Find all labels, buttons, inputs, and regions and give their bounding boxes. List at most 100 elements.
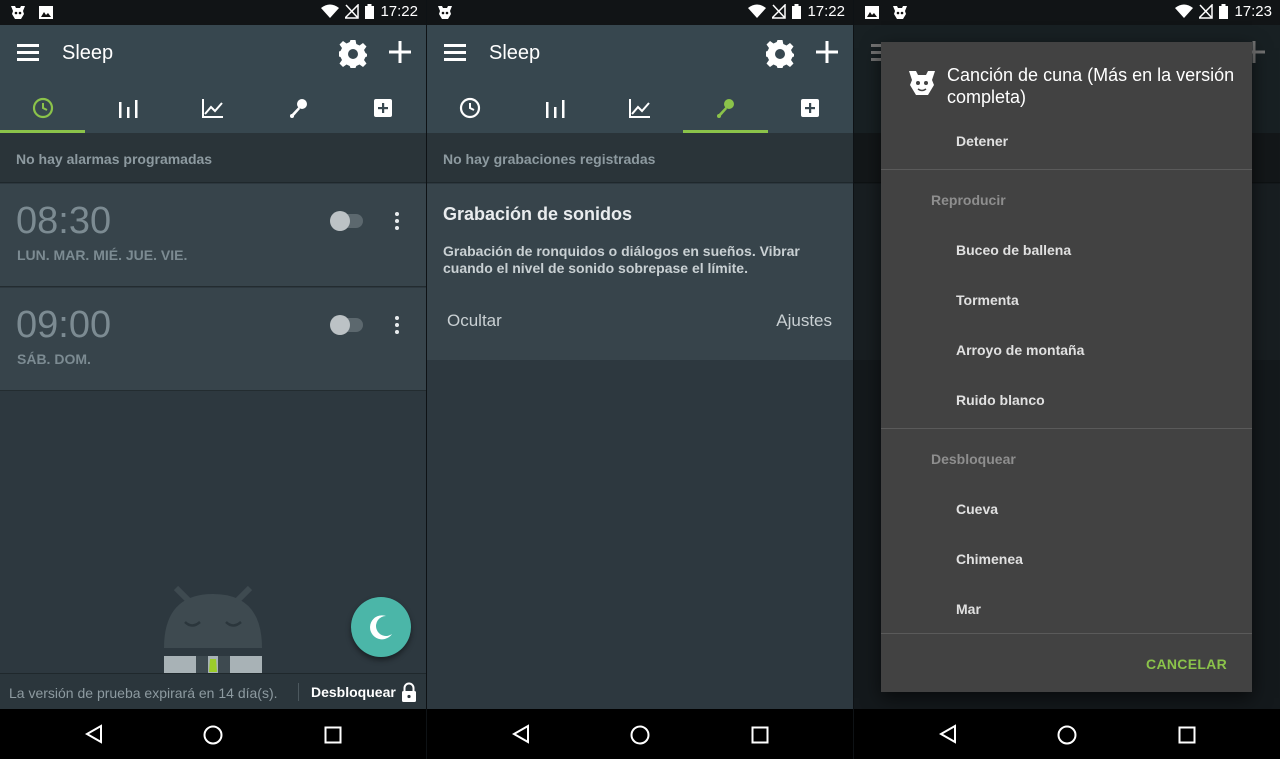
info-bar: No hay alarmas programadas <box>0 133 426 183</box>
app-title: Sleep <box>489 42 541 64</box>
lullaby-option[interactable]: Buceo de ballena <box>956 242 1071 258</box>
menu-icon[interactable] <box>17 44 39 62</box>
panel-alarms: 17:22 Sleep No hay alarmas programadas 0… <box>0 0 426 759</box>
no-signal-icon <box>772 4 787 19</box>
locked-lullaby-option[interactable]: Mar <box>956 601 981 617</box>
dialog-title: Canción de cuna (Más en la versión compl… <box>947 65 1235 107</box>
toolbar: Sleep <box>0 25 426 83</box>
tab-graphs[interactable] <box>85 83 170 133</box>
tab-alarms[interactable] <box>0 83 86 133</box>
app-notification-icon <box>11 6 25 19</box>
trend-icon <box>202 99 223 118</box>
play-section-header: Reproducir <box>931 192 1006 208</box>
add-icon[interactable] <box>815 40 839 64</box>
tab-stats[interactable] <box>170 83 255 133</box>
app-title: Sleep <box>62 42 114 64</box>
tab-bar <box>0 83 426 133</box>
hide-button[interactable]: Ocultar <box>447 311 502 331</box>
tab-add[interactable] <box>768 83 853 133</box>
status-time: 17:22 <box>380 3 418 20</box>
tab-add[interactable] <box>341 83 426 133</box>
panel-lullaby-dialog: 17:23 Canción de cuna (Más en la versión… <box>854 0 1280 759</box>
battery-icon <box>1219 4 1229 19</box>
lock-icon[interactable] <box>401 682 417 702</box>
more-vert-icon[interactable] <box>394 212 400 232</box>
status-bar: 17:22 <box>0 0 426 25</box>
no-recordings-text: No hay grabaciones registradas <box>443 151 656 167</box>
alarm-days: SÁB. DOM. <box>17 351 91 367</box>
image-notification-icon <box>39 6 53 19</box>
add-box-icon <box>374 99 393 117</box>
trend-icon <box>629 99 650 118</box>
back-icon[interactable] <box>938 724 958 744</box>
battery-icon <box>792 4 802 19</box>
alarm-time: 08:30 <box>16 200 112 242</box>
trial-message: La versión de prueba expirará en 14 día(… <box>9 685 278 701</box>
home-icon[interactable] <box>1056 724 1078 746</box>
recording-card-title: Grabación de sonidos <box>443 204 633 224</box>
lullaby-option[interactable]: Arroyo de montaña <box>956 342 1084 358</box>
alarm-card[interactable]: 09:00 SÁB. DOM. <box>0 288 426 391</box>
home-icon[interactable] <box>629 724 651 746</box>
no-signal-icon <box>345 4 360 19</box>
tab-alarms[interactable] <box>427 83 512 133</box>
panel-recordings: 17:22 Sleep No hay grabaciones registrad… <box>427 0 853 759</box>
alarm-card[interactable]: 08:30 LUN. MAR. MIÉ. JUE. VIE. <box>0 184 426 287</box>
sleeping-android-mascot <box>164 585 262 674</box>
status-bar: 17:22 <box>427 0 853 25</box>
locked-lullaby-option[interactable]: Cueva <box>956 501 998 517</box>
lullaby-option[interactable]: Ruido blanco <box>956 392 1045 408</box>
home-icon[interactable] <box>202 724 224 746</box>
tab-graphs[interactable] <box>512 83 597 133</box>
unlock-button[interactable]: Desbloquear <box>311 684 396 700</box>
back-icon[interactable] <box>511 724 531 744</box>
add-box-icon <box>801 99 820 117</box>
alarm-toggle[interactable] <box>330 315 363 335</box>
recording-card: Grabación de sonidos Grabación de ronqui… <box>427 184 853 360</box>
alarm-toggle[interactable] <box>330 211 363 231</box>
microphone-icon <box>717 99 735 118</box>
moon-icon <box>370 615 392 640</box>
navigation-bar <box>854 709 1280 759</box>
gear-icon[interactable] <box>338 39 368 69</box>
cancel-button[interactable]: CANCELAR <box>1146 656 1227 672</box>
wifi-icon <box>1175 4 1194 18</box>
info-bar: No hay grabaciones registradas <box>427 133 853 183</box>
sleep-fab-button[interactable] <box>351 597 411 657</box>
app-logo-icon <box>909 71 935 95</box>
stop-option[interactable]: Detener <box>956 133 1008 149</box>
microphone-icon <box>290 99 308 118</box>
menu-icon[interactable] <box>444 44 466 62</box>
add-icon[interactable] <box>388 40 412 64</box>
more-vert-icon[interactable] <box>394 316 400 336</box>
image-notification-icon <box>865 6 879 19</box>
unlock-section-header: Desbloquear <box>931 451 1016 467</box>
status-time: 17:23 <box>1234 3 1272 20</box>
clock-icon <box>459 97 480 119</box>
settings-button[interactable]: Ajustes <box>776 311 832 331</box>
recents-icon[interactable] <box>324 726 342 744</box>
gear-icon[interactable] <box>765 39 795 69</box>
battery-icon <box>365 4 375 19</box>
app-notification-icon <box>438 6 452 19</box>
alarm-time: 09:00 <box>16 304 112 346</box>
navigation-bar <box>427 709 853 759</box>
lullaby-option[interactable]: Tormenta <box>956 292 1019 308</box>
tab-recordings[interactable] <box>256 83 341 133</box>
no-alarms-text: No hay alarmas programadas <box>16 151 213 167</box>
status-bar: 17:23 <box>854 0 1280 25</box>
wifi-icon <box>321 4 340 18</box>
tab-stats[interactable] <box>597 83 682 133</box>
app-notification-icon <box>893 6 907 19</box>
back-icon[interactable] <box>84 724 104 744</box>
alarm-days: LUN. MAR. MIÉ. JUE. VIE. <box>17 247 188 263</box>
tab-recordings[interactable] <box>682 83 769 133</box>
bars-icon <box>545 100 565 118</box>
locked-lullaby-option[interactable]: Chimenea <box>956 551 1023 567</box>
status-time: 17:22 <box>807 3 845 20</box>
bars-icon <box>118 100 138 118</box>
no-signal-icon <box>1199 4 1214 19</box>
recents-icon[interactable] <box>1178 726 1196 744</box>
recording-card-description: Grabación de ronquidos o diálogos en sue… <box>443 243 800 276</box>
recents-icon[interactable] <box>751 726 769 744</box>
